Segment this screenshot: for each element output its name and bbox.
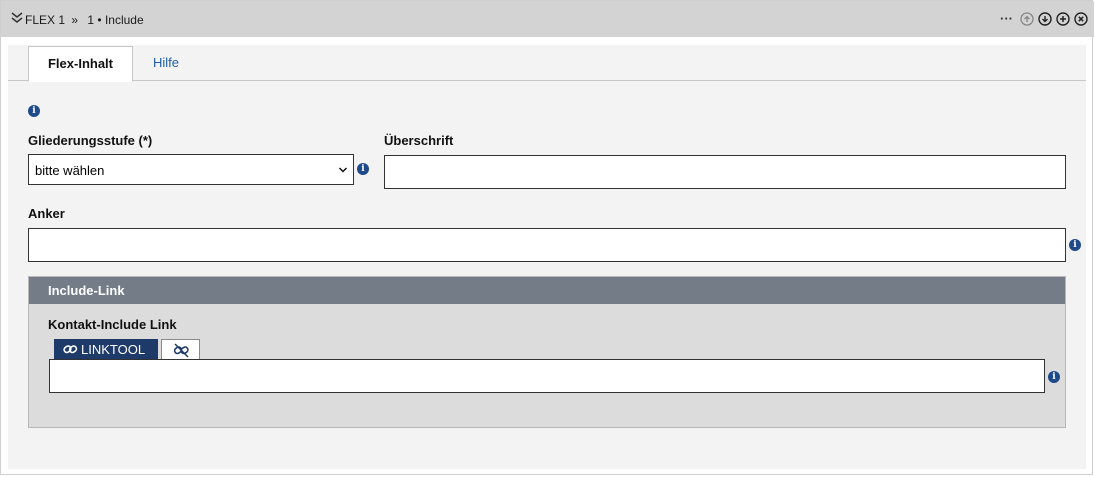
flex-label: FLEX 1: [25, 13, 66, 27]
gliederungsstufe-label: Gliederungsstufe (*): [28, 133, 153, 148]
tab-hilfe[interactable]: Hilfe: [153, 55, 179, 70]
include-link-title: Include-Link: [29, 277, 1065, 304]
kontakt-include-link-label: Kontakt-Include Link: [48, 317, 177, 332]
arrow-down-circle-icon[interactable]: [1038, 12, 1052, 26]
kontakt-include-link-info-icon[interactable]: i: [1048, 371, 1060, 383]
tab-flex-inhalt[interactable]: Flex-Inhalt: [28, 46, 133, 82]
breadcrumb: FLEX 1 » 1 • Include: [25, 13, 144, 27]
panel-header: FLEX 1 » 1 • Include ···: [1, 1, 1094, 37]
gliederungsstufe-select[interactable]: bitte wählen: [28, 154, 354, 185]
ueberschrift-label: Überschrift: [384, 133, 454, 148]
chevron-down-icon: [338, 167, 348, 173]
kontakt-include-link-input[interactable]: [49, 359, 1045, 393]
anker-input[interactable]: [28, 228, 1066, 262]
more-dots-icon[interactable]: ···: [1000, 11, 1013, 27]
include-link-section: Include-Link Kontakt-Include Link LINKTO…: [28, 276, 1066, 428]
close-circle-icon[interactable]: [1074, 12, 1088, 26]
info-icon[interactable]: i: [28, 105, 40, 117]
anker-info-icon[interactable]: i: [1069, 239, 1081, 251]
plus-circle-icon[interactable]: [1056, 12, 1070, 26]
unlink-button[interactable]: [161, 339, 200, 360]
link-icon: [63, 345, 78, 354]
gliederungsstufe-value: bitte wählen: [35, 163, 105, 178]
linktool-label: LINKTOOL: [81, 342, 146, 357]
breadcrumb-separator: »: [71, 13, 79, 27]
tab-bar: Flex-Inhalt Hilfe: [8, 45, 1086, 82]
item-label: 1 • Include: [87, 13, 144, 27]
linktool-button[interactable]: LINKTOOL: [54, 339, 158, 360]
ueberschrift-input[interactable]: [384, 155, 1066, 189]
flex-panel: FLEX 1 » 1 • Include ··· Flex-Inhalt Hil…: [0, 0, 1094, 475]
header-actions: ···: [1000, 11, 1088, 27]
anker-label: Anker: [28, 206, 65, 221]
panel-content: Flex-Inhalt Hilfe i Gliederungsstufe (*)…: [8, 45, 1086, 469]
unlink-icon: [173, 343, 189, 358]
gliederungsstufe-info-icon[interactable]: i: [357, 163, 369, 175]
double-chevron-down-icon[interactable]: [10, 11, 24, 25]
arrow-up-circle-icon[interactable]: [1020, 12, 1034, 26]
